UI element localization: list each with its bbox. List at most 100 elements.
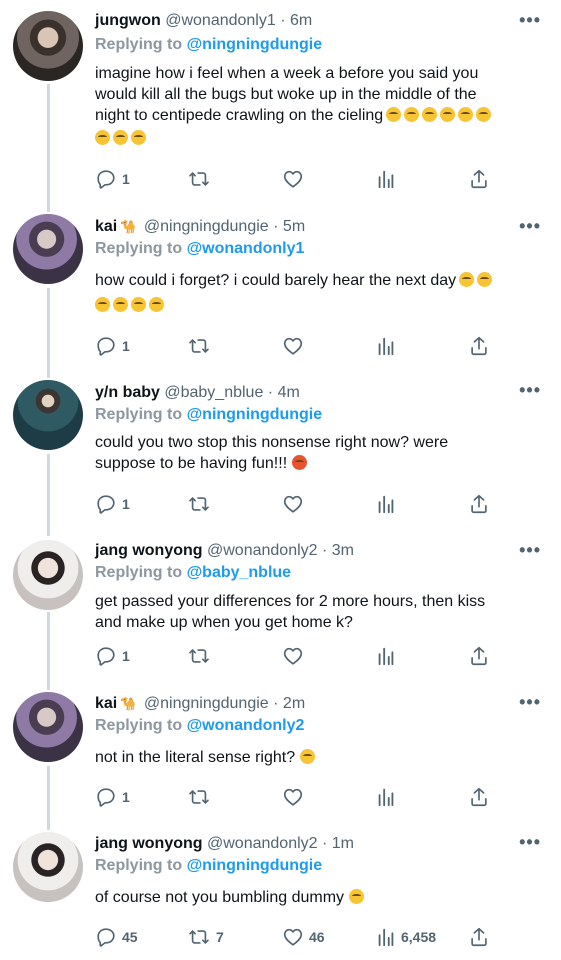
more-dots-icon[interactable]: ••• [519,216,541,237]
reply-button[interactable]: 1 [95,493,130,515]
username[interactable]: @wonandonly2 [207,835,318,852]
retweet-button[interactable] [187,786,216,808]
display-name[interactable]: jang wonyong [95,835,203,852]
tweet[interactable]: kai 🐪 @ningningdungie · 2m ••• Replying t… [0,688,561,830]
replying-to-handle[interactable]: @baby_nblue [187,564,292,581]
retweet-button[interactable]: 7 [187,926,224,948]
views-button[interactable] [376,786,401,808]
display-name[interactable]: jang wonyong [95,542,203,559]
reply-button[interactable]: 1 [95,335,130,357]
avatar[interactable] [13,11,83,81]
views-button[interactable] [376,645,401,667]
username[interactable]: @wonandonly1 [165,12,276,29]
username[interactable]: @wonandonly2 [207,542,318,559]
retweet-button[interactable] [187,645,216,667]
tweet[interactable]: y/n baby @baby_nblue · 4m ••• Replying t… [0,370,561,536]
retweet-icon [187,335,211,357]
share-button[interactable] [469,926,489,948]
username[interactable]: @baby_nblue [164,384,263,401]
tweet[interactable]: kai 🐪 @ningningdungie · 5m ••• Replying t… [0,206,561,370]
share-button[interactable] [469,786,489,808]
display-name[interactable]: jungwon [95,12,161,29]
grin-emoji-icon [95,130,110,145]
replying-to: Replying to @ningningdungie [95,406,322,424]
separator: · [322,835,328,852]
timestamp[interactable]: 1m [332,835,354,852]
reply-count: 45 [122,929,138,945]
reply-bubble-icon [95,493,117,515]
reply-button[interactable]: 1 [95,786,130,808]
more-dots-icon[interactable]: ••• [519,832,541,853]
separator: · [273,695,279,712]
username[interactable]: @ningningdungie [144,695,269,712]
replying-to-handle[interactable]: @wonandonly2 [187,717,305,734]
tweet-text-span: of course not you bumbling dummy [95,889,345,906]
like-button[interactable] [282,786,309,808]
tweet-header: kai 🐪 @ningningdungie · 2m [95,695,305,713]
action-bar: 45 7 46 6,458 [95,926,495,950]
replying-to-handle[interactable]: @ningningdungie [187,857,323,874]
replying-to-label: Replying to [95,406,183,423]
reply-count: 1 [122,789,130,805]
retweet-icon [187,926,211,948]
display-name[interactable]: kai [95,218,117,235]
tweet-text-line: not in the literal sense right? [95,747,535,768]
replying-to-label: Replying to [95,564,183,581]
views-bars-icon [376,493,396,515]
retweet-button[interactable] [187,335,216,357]
reply-bubble-icon [95,645,117,667]
heart-icon [282,645,304,667]
like-count: 46 [309,929,325,945]
replying-to-handle[interactable]: @ningningdungie [187,36,323,53]
retweet-button[interactable] [187,168,216,190]
views-button[interactable]: 6,458 [376,926,436,948]
tweet-header: jungwon @wonandonly1 · 6m [95,12,312,30]
display-name[interactable]: kai [95,695,117,712]
tweet-header: y/n baby @baby_nblue · 4m [95,384,300,402]
views-bars-icon [376,786,396,808]
avatar[interactable] [13,540,83,610]
reply-button[interactable]: 1 [95,168,130,190]
like-button[interactable] [282,168,309,190]
tweet[interactable]: jang wonyong @wonandonly2 · 1m ••• Reply… [0,830,561,960]
tweet-text: not in the literal sense right? [95,747,535,768]
replying-to-handle[interactable]: @wonandonly1 [187,240,305,257]
share-button[interactable] [469,335,489,357]
tweet-text-line: how could i forget? i could barely hear … [95,270,535,291]
username[interactable]: @ningningdungie [144,218,269,235]
avatar[interactable] [13,832,83,902]
retweet-icon [187,493,211,515]
views-count: 6,458 [401,929,437,945]
more-dots-icon[interactable]: ••• [519,10,541,31]
share-button[interactable] [469,645,489,667]
replying-to-handle[interactable]: @ningningdungie [187,406,323,423]
retweet-button[interactable] [187,493,216,515]
reply-button[interactable]: 45 [95,926,138,948]
timestamp[interactable]: 3m [332,542,354,559]
more-dots-icon[interactable]: ••• [519,380,541,401]
timestamp[interactable]: 6m [290,12,312,29]
views-button[interactable] [376,168,401,190]
display-name[interactable]: y/n baby [95,384,160,401]
share-icon [469,786,489,808]
more-dots-icon[interactable]: ••• [519,692,541,713]
timestamp[interactable]: 5m [283,218,305,235]
tweet[interactable]: jungwon @wonandonly1 · 6m ••• Replying t… [0,0,561,206]
like-button[interactable] [282,335,309,357]
tweet[interactable]: jang wonyong @wonandonly2 · 3m ••• Reply… [0,536,561,688]
views-button[interactable] [376,493,401,515]
tweet-text: imagine how i feel when a week a before … [95,63,535,149]
like-button[interactable] [282,645,309,667]
timestamp[interactable]: 2m [283,695,305,712]
avatar[interactable] [13,380,83,450]
share-button[interactable] [469,493,489,515]
avatar[interactable] [13,214,83,284]
views-button[interactable] [376,335,401,357]
more-dots-icon[interactable]: ••• [519,540,541,561]
like-button[interactable]: 46 [282,926,325,948]
timestamp[interactable]: 4m [278,384,300,401]
like-button[interactable] [282,493,309,515]
share-button[interactable] [469,168,489,190]
avatar[interactable] [13,692,83,762]
reply-button[interactable]: 1 [95,645,130,667]
